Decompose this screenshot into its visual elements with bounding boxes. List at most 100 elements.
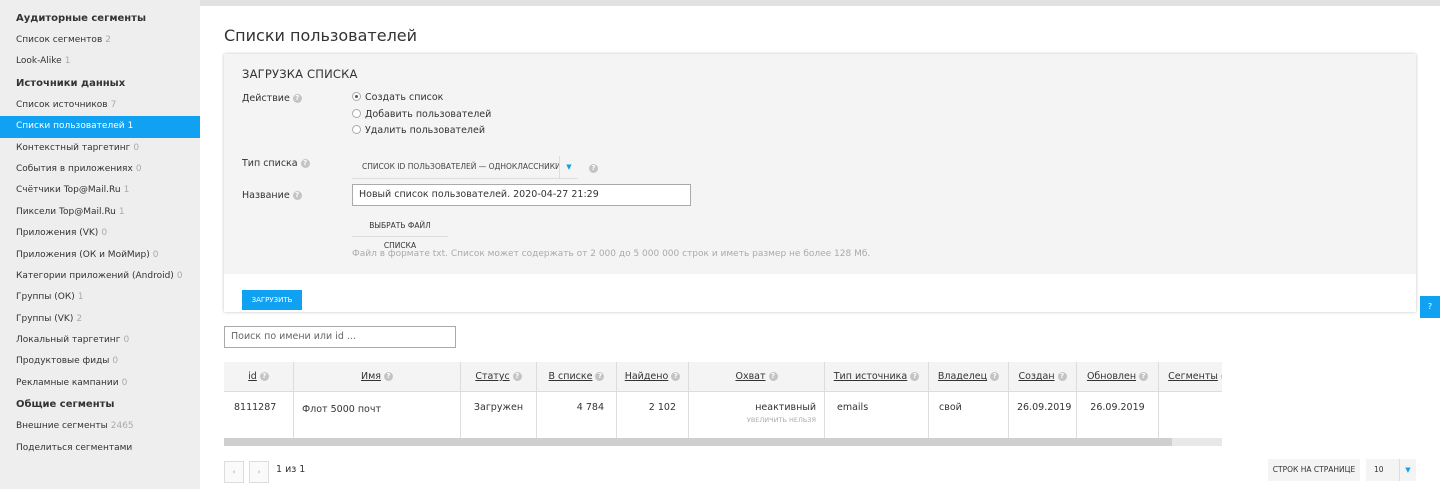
triangle-down-icon[interactable]: ▼ [559,156,578,178]
sidebar-item-groups-ok[interactable]: Группы (ОК) 1 [0,287,200,308]
reach-note: УВЕЛИЧИТЬ НЕЛЬЗЯ [746,416,816,424]
radio-label: Создать список [365,92,444,103]
scrollbar-thumb[interactable] [224,438,1172,446]
column-header-updated[interactable]: Обновлен? [1077,362,1159,391]
radio-icon[interactable] [352,125,361,134]
cell-owner: свой [929,392,1009,438]
question-circle-icon[interactable]: ? [671,372,681,381]
cell-status: Загружен [461,392,537,438]
sidebar-item-app-categories[interactable]: Категории приложений (Android) 0 [0,266,200,287]
sidebar-item-label: Look-Alike [16,56,62,67]
reach-value: неактивный [755,402,816,413]
sidebar-item-count: 1 [77,292,84,303]
radio-create-list[interactable]: Создать список [352,92,443,103]
prev-page-button[interactable]: ‹ [224,461,244,483]
sidebar-heading-audience: Аудиторные сегменты [16,13,147,24]
table-header: id? Имя? Статус? В списке? Найдено? Охва… [224,362,1222,392]
radio-label: Удалить пользователей [365,125,486,136]
question-circle-icon[interactable]: ? [512,372,522,381]
column-header-in-list[interactable]: В списке? [537,362,617,391]
radio-selected-icon[interactable] [352,92,361,101]
search-input[interactable]: Поиск по имени или id ... [224,326,456,348]
sidebar-item-feeds[interactable]: Продуктовые фиды 0 [0,351,200,372]
sidebar-item-sources-list[interactable]: Список источников 7 [0,95,200,116]
list-type-label-text: Тип списка [242,158,298,169]
question-circle-icon[interactable]: ? [384,372,393,381]
sidebar-item-apps-ok[interactable]: Приложения (ОК и МойМир) 0 [0,245,200,266]
sidebar-item-count: 2465 [110,421,134,432]
cell-segments [1159,392,1222,438]
rows-per-page-select[interactable]: 10 ▼ [1366,459,1416,481]
sidebar-item-counters[interactable]: Счётчики Top@Mail.Ru 1 [0,180,200,201]
sidebar-item-label: Группы (VK) [16,313,74,324]
name-label: Название? [242,190,302,201]
action-label-text: Действие [242,93,290,104]
question-circle-icon[interactable]: ? [589,164,598,173]
sidebar-item-label: Пиксели Top@Mail.Ru [16,206,116,217]
list-type-value: СПИСОК ID ПОЛЬЗОВАТЕЛЕЙ — ОДНОКЛАССНИКИ [362,162,561,171]
column-header-created[interactable]: Создан? [1009,362,1077,391]
file-hint: Файл в формате txt. Список может содержа… [352,249,871,259]
sidebar-item-context[interactable]: Контекстный таргетинг 0 [0,138,200,159]
column-header-status[interactable]: Статус? [461,362,537,391]
question-circle-icon[interactable]: ? [990,372,1000,381]
column-header-owner[interactable]: Владелец? [929,362,1009,391]
name-label-text: Название [242,190,290,201]
sidebar-item-share[interactable]: Поделиться сегментами [0,438,200,459]
sidebar-item-groups-vk[interactable]: Группы (VK) 2 [0,309,200,330]
sidebar-item-app-events[interactable]: События в приложениях 0 [0,159,200,180]
column-title: Имя [361,371,381,382]
column-header-source-type[interactable]: Тип источника? [825,362,929,391]
sidebar-item-user-lists[interactable]: Списки пользователей 1 [0,116,200,138]
next-page-button[interactable]: › [249,461,269,483]
question-circle-icon[interactable]: ? [768,372,778,381]
column-header-id[interactable]: id? [224,362,294,391]
column-title: Владелец [937,371,988,382]
sidebar-item-label: Списки пользователей [16,121,125,132]
question-circle-icon[interactable]: ? [1057,372,1067,381]
question-circle-icon[interactable]: ? [1220,372,1222,381]
sidebar-item-campaigns[interactable]: Рекламные кампании 0 [0,373,200,394]
sidebar-item-label: Рекламные кампании [16,377,119,388]
sidebar-item-pixels[interactable]: Пиксели Top@Mail.Ru 1 [0,202,200,223]
radio-add-users[interactable]: Добавить пользователей [352,109,491,120]
column-header-found[interactable]: Найдено? [617,362,689,391]
question-circle-icon[interactable]: ? [595,372,605,381]
column-header-reach[interactable]: Охват? [689,362,825,391]
question-circle-icon[interactable]: ? [300,159,310,168]
rows-per-page-value: 10 [1374,465,1384,474]
sidebar-item-external[interactable]: Внешние сегменты 2465 [0,416,200,437]
sidebar-item-local[interactable]: Локальный таргетинг 0 [0,330,200,351]
cell-name[interactable]: Флот 5000 почт [294,392,461,438]
list-type-select[interactable]: СПИСОК ID ПОЛЬЗОВАТЕЛЕЙ — ОДНОКЛАССНИКИ ▼ [352,156,578,179]
sidebar-item-segments[interactable]: Список сегментов 2 [0,30,200,51]
sidebar: Аудиторные сегменты Список сегментов 2 Lo… [0,0,200,489]
main-content: Списки пользователей ЗАГРУЗКА СПИСКА Дей… [200,6,1440,489]
question-circle-icon[interactable]: ? [292,94,302,103]
sidebar-item-lookalike[interactable]: Look-Alike 1 [0,51,200,72]
table-row[interactable]: 8111287 Флот 5000 почт Загружен 4 784 2 … [224,392,1222,438]
column-header-name[interactable]: Имя? [294,362,461,391]
radio-remove-users[interactable]: Удалить пользователей [352,125,485,136]
sidebar-item-label: Приложения (VK) [16,228,99,239]
question-circle-icon[interactable]: ? [259,372,269,381]
choose-file-button[interactable]: ВЫБРАТЬ ФАЙЛ СПИСКА [352,216,448,250]
sidebar-item-count: 1 [127,121,134,132]
upload-panel: ЗАГРУЗКА СПИСКА Действие? Создать список… [224,54,1416,312]
cell-created: 26.09.2019 [1009,392,1077,438]
horizontal-scrollbar[interactable] [224,438,1222,446]
rows-per-page-label: СТРОК НА СТРАНИЦЕ [1268,459,1360,481]
sidebar-item-count: 1 [123,185,130,196]
upload-button[interactable]: ЗАГРУЗИТЬ [242,290,302,310]
triangle-down-icon[interactable]: ▼ [1399,459,1416,481]
radio-icon[interactable] [352,109,361,118]
list-name-input[interactable]: Новый список пользователей. 2020-04-27 2… [352,184,691,206]
sidebar-item-label: Контекстный таргетинг [16,142,131,153]
question-circle-icon[interactable]: ? [292,191,302,200]
help-button[interactable]: ? [1420,296,1440,318]
sidebar-item-apps-vk[interactable]: Приложения (VK) 0 [0,223,200,244]
question-circle-icon[interactable]: ? [1139,372,1149,381]
column-header-segments[interactable]: Сегменты? [1159,362,1222,391]
question-circle-icon[interactable]: ? [910,372,920,381]
sidebar-item-label: События в приложениях [16,163,133,174]
